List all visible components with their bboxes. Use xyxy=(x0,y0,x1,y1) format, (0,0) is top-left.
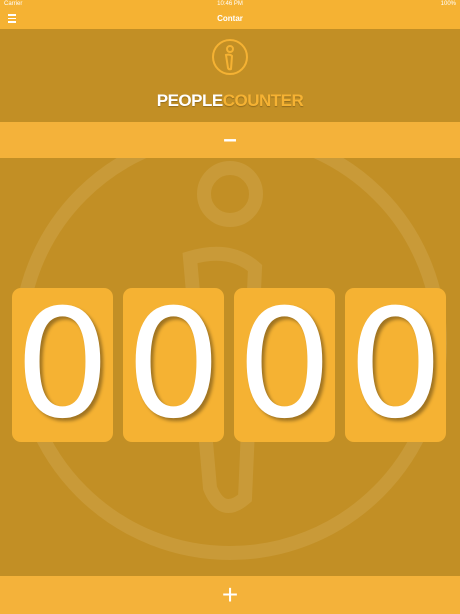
decrement-button[interactable]: – xyxy=(0,122,460,158)
logo-header: PEOPLECOUNTER xyxy=(0,29,460,122)
person-in-circle-icon xyxy=(212,39,248,75)
counter-digit: 0 xyxy=(12,288,113,442)
nav-bar: Contar xyxy=(0,9,460,29)
increment-button[interactable]: + xyxy=(0,576,460,614)
battery-level: 100% xyxy=(440,1,456,7)
logo-word-counter: COUNTER xyxy=(222,91,304,110)
clock: 10:46 PM xyxy=(217,1,243,7)
page-title: Contar xyxy=(217,14,243,23)
counter-digit: 0 xyxy=(345,288,446,442)
counter-digit: 0 xyxy=(123,288,224,442)
logo-word-people: PEOPLE xyxy=(156,91,223,110)
counter-display: 0 0 0 0 xyxy=(0,288,460,444)
app-logo-text: PEOPLECOUNTER xyxy=(0,91,460,111)
status-bar: Carrier 10:46 PM 100% xyxy=(0,0,460,9)
counter-digit: 0 xyxy=(234,288,335,442)
